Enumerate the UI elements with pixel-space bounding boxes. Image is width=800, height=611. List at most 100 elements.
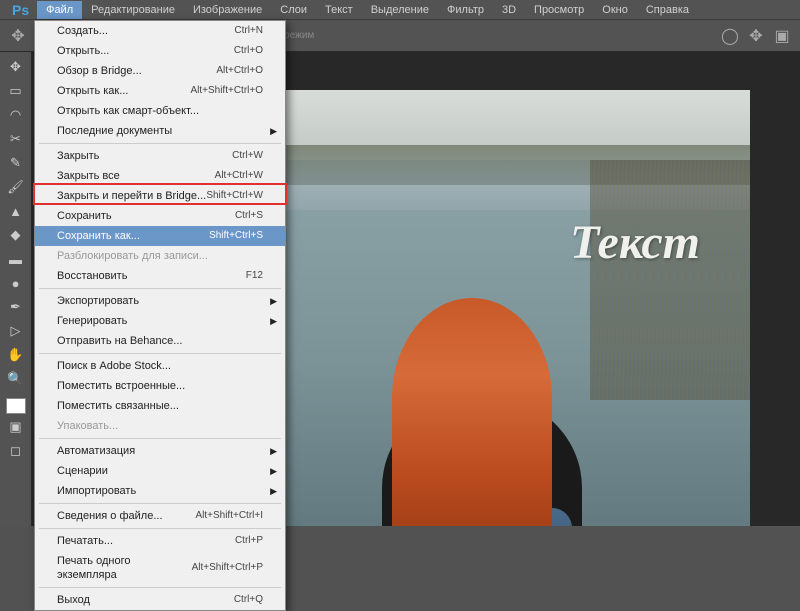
menu-item[interactable]: Создать...Ctrl+N <box>35 21 285 41</box>
menu-item[interactable]: Автоматизация ▶ <box>35 441 285 461</box>
menu-выделение[interactable]: Выделение <box>362 1 438 19</box>
menu-редактирование[interactable]: Редактирование <box>82 1 184 19</box>
eraser-tool[interactable]: ◆ <box>4 224 28 246</box>
menu-item[interactable]: Печать одного экземпляраAlt+Shift+Ctrl+P <box>35 551 285 585</box>
pan-icon[interactable]: ✥ <box>746 26 766 46</box>
canvas-text-layer[interactable]: Текст <box>570 215 700 270</box>
menu-item-label: Поместить встроенные... <box>57 379 185 393</box>
menu-окно[interactable]: Окно <box>593 1 637 19</box>
menu-item[interactable]: Открыть как...Alt+Shift+Ctrl+O <box>35 81 285 101</box>
menu-файл[interactable]: Файл <box>37 1 82 19</box>
menu-item[interactable]: Закрыть и перейти в Bridge...Shift+Ctrl+… <box>35 186 285 206</box>
menu-item[interactable]: ЗакрытьCtrl+W <box>35 146 285 166</box>
menu-item[interactable]: Сохранить как... Shift+Ctrl+S <box>35 226 285 246</box>
menu-item[interactable]: Генерировать▶ <box>35 311 285 331</box>
orbit-icon[interactable]: ◯ <box>720 26 740 46</box>
menu-справка[interactable]: Справка <box>637 1 698 19</box>
submenu-arrow-icon: ▶ <box>270 444 277 458</box>
menu-item[interactable]: Восстановить F12 <box>35 266 285 286</box>
menu-item-label: Открыть как смарт-объект... <box>57 104 199 118</box>
move-tool[interactable]: ✥ <box>4 56 28 78</box>
menu-item-label: Открыть как... <box>57 84 128 98</box>
zoom-tool[interactable]: 🔍 <box>4 368 28 390</box>
menu-item-label: Поместить связанные... <box>57 399 179 413</box>
menu-item[interactable]: Открыть...Ctrl+O <box>35 41 285 61</box>
blur-tool[interactable]: ● <box>4 272 28 294</box>
menu-item-shortcut: Shift+Ctrl+S <box>209 229 263 243</box>
app-logo: Ps <box>4 2 37 18</box>
menu-item[interactable]: Импортировать▶ <box>35 481 285 501</box>
color-swatch[interactable] <box>6 398 26 414</box>
menu-item[interactable]: Экспортировать▶ <box>35 291 285 311</box>
menu-item-shortcut: F12 <box>246 269 263 283</box>
menu-item-label: Открыть... <box>57 44 109 58</box>
cam-icon[interactable]: ▣ <box>772 26 792 46</box>
menu-item-label: Разблокировать для записи... <box>57 249 208 263</box>
menu-item-shortcut: Ctrl+N <box>234 24 263 38</box>
menu-item-label: Последние документы <box>57 124 172 138</box>
menu-item[interactable]: Сведения о файле...Alt+Shift+Ctrl+I <box>35 506 285 526</box>
menu-item-label: Закрыть все <box>57 169 120 183</box>
menu-item: Упаковать... <box>35 416 285 436</box>
menu-просмотр[interactable]: Просмотр <box>525 1 593 19</box>
move-tool-icon: ✥ <box>8 26 28 46</box>
menu-item-label: Сценарии <box>57 464 108 478</box>
tools-panel: ✥ ▭ ◠ ✂ ✎ 🖌 ▲ ◆ ▬ ● ✒ ▷ ✋ 🔍 ▣ ◻ <box>0 52 32 526</box>
submenu-arrow-icon: ▶ <box>270 124 277 138</box>
menu-item-label: Импортировать <box>57 484 136 498</box>
menu-item-label: Обзор в Bridge... <box>57 64 142 78</box>
menu-item[interactable]: Поиск в Adobe Stock... <box>35 356 285 376</box>
path-tool[interactable]: ▷ <box>4 320 28 342</box>
menu-item-label: Генерировать <box>57 314 127 328</box>
menu-item-label: Поиск в Adobe Stock... <box>57 359 171 373</box>
menu-item-label: Выход <box>57 593 90 607</box>
menubar: Ps ФайлРедактированиеИзображениеСлоиТекс… <box>0 0 800 20</box>
menu-item-shortcut: Ctrl+P <box>235 534 263 548</box>
screenmode-icon[interactable]: ◻ <box>4 440 28 462</box>
menu-item-label: Закрыть и перейти в Bridge... <box>57 189 206 203</box>
menu-item-shortcut: Alt+Shift+Ctrl+P <box>192 561 263 575</box>
menu-item[interactable]: Поместить связанные... <box>35 396 285 416</box>
menu-item-label: Сохранить как... <box>57 229 140 243</box>
quickmask-icon[interactable]: ▣ <box>4 416 28 438</box>
menu-item-shortcut: Ctrl+Q <box>234 593 263 607</box>
menu-3d[interactable]: 3D <box>493 1 525 19</box>
menu-item-shortcut: Alt+Shift+Ctrl+I <box>195 509 263 523</box>
brush-tool[interactable]: 🖌 <box>4 176 28 198</box>
menu-item-label: Сохранить <box>57 209 112 223</box>
menu-item[interactable]: Поместить встроенные... <box>35 376 285 396</box>
submenu-arrow-icon: ▶ <box>270 294 277 308</box>
menu-item-shortcut: Alt+Ctrl+O <box>216 64 263 78</box>
menu-item[interactable]: Выход Ctrl+Q <box>35 590 285 610</box>
menu-item[interactable]: Сценарии▶ <box>35 461 285 481</box>
menu-item: Разблокировать для записи... <box>35 246 285 266</box>
gradient-tool[interactable]: ▬ <box>4 248 28 270</box>
menu-item-label: Отправить на Behance... <box>57 334 182 348</box>
menu-item[interactable]: Обзор в Bridge... Alt+Ctrl+O <box>35 61 285 81</box>
menu-item-label: Автоматизация <box>57 444 135 458</box>
menu-item[interactable]: Закрыть все Alt+Ctrl+W <box>35 166 285 186</box>
file-menu-dropdown: Создать...Ctrl+NОткрыть...Ctrl+OОбзор в … <box>34 20 286 611</box>
menu-item-shortcut: Ctrl+S <box>235 209 263 223</box>
hand-tool[interactable]: ✋ <box>4 344 28 366</box>
menu-item[interactable]: Открыть как смарт-объект... <box>35 101 285 121</box>
menu-item-shortcut: Shift+Ctrl+W <box>206 189 263 203</box>
menu-текст[interactable]: Текст <box>316 1 362 19</box>
menu-слои[interactable]: Слои <box>271 1 316 19</box>
menu-item-label: Восстановить <box>57 269 127 283</box>
menu-item-shortcut: Alt+Ctrl+W <box>215 169 263 183</box>
marquee-tool[interactable]: ▭ <box>4 80 28 102</box>
menu-фильтр[interactable]: Фильтр <box>438 1 493 19</box>
menu-item[interactable]: Отправить на Behance... <box>35 331 285 351</box>
pen-tool[interactable]: ✒ <box>4 296 28 318</box>
menu-item-label: Закрыть <box>57 149 99 163</box>
eyedropper-tool[interactable]: ✎ <box>4 152 28 174</box>
menu-изображение[interactable]: Изображение <box>184 1 271 19</box>
menu-item[interactable]: Последние документы ▶ <box>35 121 285 141</box>
clone-tool[interactable]: ▲ <box>4 200 28 222</box>
menu-item-label: Упаковать... <box>57 419 118 433</box>
menu-item[interactable]: Сохранить Ctrl+S <box>35 206 285 226</box>
menu-item[interactable]: Печатать...Ctrl+P <box>35 531 285 551</box>
lasso-tool[interactable]: ◠ <box>4 104 28 126</box>
crop-tool[interactable]: ✂ <box>4 128 28 150</box>
